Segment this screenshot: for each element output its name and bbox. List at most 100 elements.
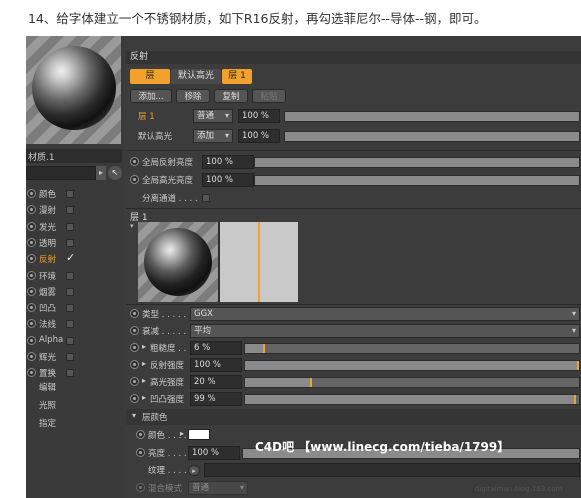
add-button[interactable]: 添加...: [130, 89, 172, 103]
triangle-right-icon[interactable]: ▸: [180, 429, 184, 438]
roughness-slider[interactable]: [244, 343, 580, 354]
layer-row-2[interactable]: 默认高光 添加 100 %: [126, 128, 581, 144]
triangle-right-icon[interactable]: ▸: [142, 342, 146, 351]
falloff-dropdown[interactable]: 平均: [190, 324, 580, 338]
assign-item[interactable]: 指定: [39, 417, 56, 429]
channel-label: 反射: [39, 255, 57, 266]
channel-label: 漫射: [39, 206, 57, 217]
channel-label: 凹凸: [39, 304, 57, 315]
material-preview[interactable]: [26, 36, 121, 144]
layer-mode-dropdown[interactable]: 添加: [193, 129, 233, 143]
texture-menu-icon[interactable]: ▸: [188, 465, 200, 476]
channel-checkbox[interactable]: [66, 287, 74, 296]
channel-checkbox[interactable]: [66, 271, 74, 280]
texture-field[interactable]: [204, 463, 580, 477]
radio-icon[interactable]: [27, 368, 36, 378]
tab-default-spec[interactable]: 默认高光: [171, 69, 221, 84]
channel-item[interactable]: 颜色: [26, 186, 122, 202]
channel-checkbox[interactable]: [66, 369, 74, 378]
radio-icon[interactable]: [130, 175, 139, 184]
type-dropdown[interactable]: GGX: [190, 307, 580, 321]
spec-strength-slider[interactable]: [244, 377, 580, 388]
layer-name: 默认高光: [138, 132, 173, 142]
triangle-down-icon[interactable]: ▾: [130, 222, 134, 230]
channel-label: 颜色: [39, 190, 57, 200]
layer-slider[interactable]: [284, 111, 580, 122]
falloff-row[interactable]: 衰减 . . . . . 平均: [126, 323, 581, 339]
triangle-right-icon[interactable]: ▸: [142, 376, 146, 385]
pointer-icon[interactable]: ↖: [108, 166, 122, 180]
channel-checkbox[interactable]: [66, 320, 74, 329]
layer-row-1[interactable]: 层 1 普通 100 %: [126, 108, 581, 124]
radio-icon[interactable]: [130, 157, 139, 166]
radio-icon[interactable]: [27, 205, 36, 215]
channel-checkbox[interactable]: [66, 304, 74, 313]
triangle-down-icon[interactable]: ▾: [132, 411, 136, 420]
section-title: 反射: [126, 51, 581, 64]
channel-item[interactable]: 反射 ✓: [26, 251, 122, 267]
reflection-panel: 反射 层 默认高光 层 1 添加... 移除 复制 粘贴 层 1 普通 100 …: [126, 36, 581, 498]
color-swatch[interactable]: [188, 429, 210, 440]
global-reflect-row[interactable]: 全局反射亮度 100 %: [126, 154, 581, 170]
channel-item[interactable]: Alpha: [26, 333, 122, 349]
radio-icon[interactable]: [27, 303, 36, 313]
layer-mode-dropdown[interactable]: 普通: [193, 109, 233, 123]
radio-icon[interactable]: [27, 254, 36, 264]
radio-icon[interactable]: [27, 352, 36, 361]
layer-color-header[interactable]: ▾ 层颜色: [126, 409, 581, 425]
name-field[interactable]: [26, 166, 96, 180]
global-spec-row[interactable]: 全局高光亮度 100 %: [126, 172, 581, 188]
radio-icon[interactable]: [27, 221, 36, 231]
paste-button[interactable]: 粘贴: [252, 89, 286, 103]
arrow-right-icon[interactable]: ▸: [96, 166, 106, 180]
triangle-right-icon[interactable]: ▸: [142, 359, 146, 368]
channel-checkbox[interactable]: [66, 336, 74, 345]
spec-strength-row[interactable]: ▸ 高光强度 20 %: [126, 374, 581, 390]
caption-text: 14、给字体建立一个不锈钢材质，如下R16反射，再勾选菲尼尔--导体--钢，即可…: [28, 11, 487, 26]
type-row[interactable]: 类型 . . . . . GGX: [126, 306, 581, 322]
channel-item[interactable]: 漫射: [26, 202, 122, 218]
remove-button[interactable]: 移除: [176, 89, 210, 103]
channel-item[interactable]: 发光: [26, 219, 122, 235]
channel-item[interactable]: 环境: [26, 268, 122, 284]
texture-row[interactable]: 纹理 . . . . . ▸: [126, 462, 581, 478]
bump-strength-row[interactable]: ▸ 凹凸强度 99 %: [126, 391, 581, 407]
radio-icon[interactable]: [27, 189, 36, 198]
channel-checkbox[interactable]: [66, 190, 74, 198]
separate-checkbox[interactable]: [202, 194, 210, 202]
channel-item[interactable]: 法线: [26, 316, 122, 332]
tab-layer[interactable]: 层: [130, 69, 170, 84]
channel-checkbox[interactable]: [66, 206, 74, 215]
radio-icon[interactable]: [27, 270, 36, 280]
channel-checkbox[interactable]: [66, 353, 74, 361]
copy-button[interactable]: 复制: [214, 89, 248, 103]
radio-icon[interactable]: [27, 286, 36, 296]
triangle-right-icon[interactable]: ▸: [142, 393, 146, 402]
channel-item[interactable]: 凹凸: [26, 300, 122, 316]
bump-strength-slider[interactable]: [244, 394, 580, 405]
channel-item[interactable]: 辉光: [26, 349, 122, 365]
channel-item[interactable]: 置换: [26, 365, 122, 381]
check-icon[interactable]: ✓: [66, 251, 75, 264]
channel-label: 发光: [39, 222, 57, 233]
channel-checkbox[interactable]: [66, 238, 74, 247]
channel-item[interactable]: 透明: [26, 235, 122, 251]
radio-icon[interactable]: [27, 237, 36, 247]
radio-icon[interactable]: [27, 319, 36, 329]
radio-icon[interactable]: [27, 335, 36, 345]
edit-item[interactable]: 编辑: [39, 381, 56, 393]
reflect-strength-slider[interactable]: [244, 360, 580, 371]
layer-value[interactable]: 100 %: [238, 129, 280, 143]
separate-row[interactable]: 分离通道 . . . .: [126, 190, 581, 206]
roughness-row[interactable]: ▸ 粗糙度 . . 6 %: [126, 340, 581, 356]
reflect-strength-row[interactable]: ▸ 反射强度 100 %: [126, 357, 581, 373]
lighting-item[interactable]: 光照: [39, 399, 56, 411]
chrome-ball-icon: [144, 228, 212, 296]
channel-label: Alpha: [39, 334, 64, 345]
tab-layer-1[interactable]: 层 1: [222, 69, 252, 84]
channel-label: 法线: [39, 320, 57, 331]
layer-value[interactable]: 100 %: [238, 109, 280, 123]
layer-slider[interactable]: [284, 131, 580, 142]
channel-item[interactable]: 烟雾: [26, 284, 122, 300]
channel-checkbox[interactable]: [66, 222, 74, 231]
